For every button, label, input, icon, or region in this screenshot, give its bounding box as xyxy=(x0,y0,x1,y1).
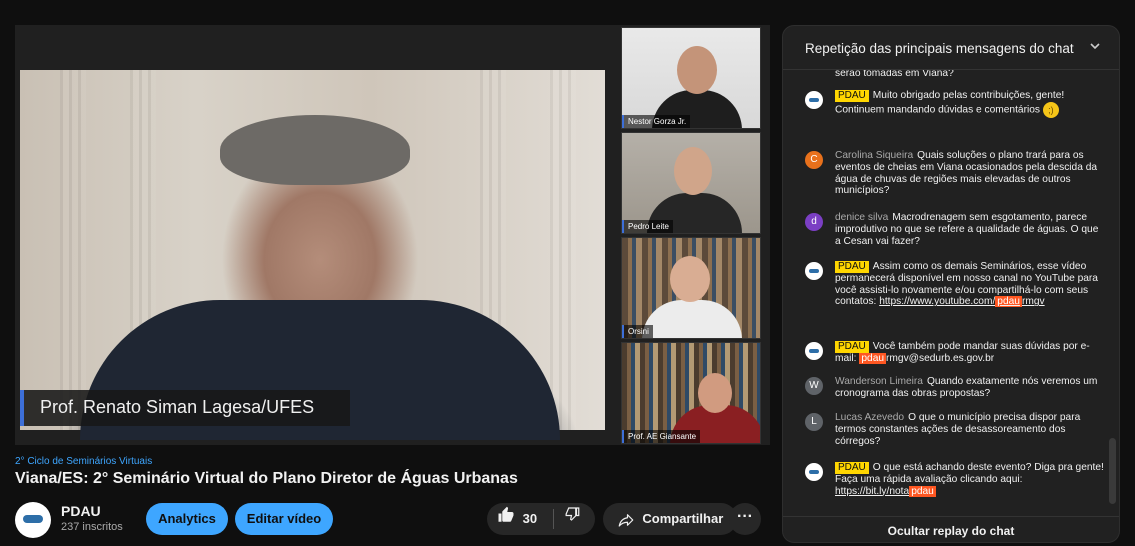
participant-head xyxy=(674,147,712,195)
pdau-avatar xyxy=(805,262,823,280)
participant-head xyxy=(670,256,710,302)
speaker-name: Prof. Renato Siman Lagesa/UFES xyxy=(40,397,315,417)
main-speaker-video: Prof. Renato Siman Lagesa/UFES xyxy=(20,70,605,440)
chat-message: PDAU Você também pode mandar suas dúvidas… xyxy=(805,341,1105,365)
hide-chat-label: Ocultar replay do chat xyxy=(887,524,1015,538)
user-avatar: W xyxy=(805,377,823,395)
dislike-button[interactable] xyxy=(563,503,581,535)
user-avatar: d xyxy=(805,213,823,231)
curtain xyxy=(550,70,576,430)
chat-message: C Carolina Siqueira Quais soluções o plan… xyxy=(805,150,1105,197)
owner-badge: PDAU xyxy=(835,261,869,273)
participant-name: Nestor Gorza Jr. xyxy=(622,115,691,128)
message-author: Carolina Siqueira xyxy=(835,150,914,161)
series-link[interactable]: 2° Ciclo de Seminários Virtuais xyxy=(15,456,152,467)
participant-name: Orsini xyxy=(622,325,653,338)
chevron-down-icon[interactable] xyxy=(1089,40,1101,55)
participant-name: Pedro Leite xyxy=(622,220,673,233)
hide-chat-replay-button[interactable]: Ocultar replay do chat xyxy=(783,516,1119,542)
edit-video-button[interactable]: Editar vídeo xyxy=(235,503,333,535)
channel-avatar[interactable] xyxy=(15,502,51,538)
participant-name: Prof. AE Giansante xyxy=(622,430,701,443)
keyword-highlight: pdau xyxy=(995,296,1022,308)
participant-head xyxy=(677,46,717,94)
thumbs-up-icon xyxy=(497,504,515,536)
pdau-avatar xyxy=(805,91,823,109)
keyword-highlight: pdau xyxy=(859,352,887,364)
youtube-link[interactable]: https://www.youtube.com/pdau rmgv xyxy=(879,296,1045,308)
share-label: Compartilhar xyxy=(642,511,724,526)
curtain xyxy=(60,70,86,430)
email-address: rmgv@sedurb.es.gov.br xyxy=(886,352,995,364)
analytics-button[interactable]: Analytics xyxy=(146,503,228,535)
message-author: Wanderson Limeira xyxy=(835,376,923,387)
participant-tile: Nestor Gorza Jr. xyxy=(621,27,761,129)
message-author: Lucas Azevedo xyxy=(835,412,905,423)
chat-message: d denice silva Macrodrenagem sem esgotame… xyxy=(805,212,1105,247)
channel-name[interactable]: PDAU xyxy=(61,503,101,519)
like-button[interactable]: 30 xyxy=(497,503,537,535)
chat-message: serão tomadas em Viana? xyxy=(805,70,1105,80)
feedback-link[interactable]: https://bit.ly/nota xyxy=(835,486,909,497)
chat-message: W Wanderson Limeira Quando exatamente nós… xyxy=(805,376,1105,400)
more-actions-button[interactable]: ··· xyxy=(729,503,761,535)
subscriber-count: 237 inscritos xyxy=(61,521,123,533)
speaker-nameplate: Prof. Renato Siman Lagesa/UFES xyxy=(20,390,350,426)
message-author: denice silva xyxy=(835,212,889,223)
chat-mode-title: Repetição das principais mensagens do ch… xyxy=(805,41,1074,56)
message-text: O que está achando deste evento? Diga pr… xyxy=(835,462,1104,485)
chat-header[interactable]: Repetição das principais mensagens do ch… xyxy=(783,26,1119,70)
chat-message: L Lucas Azevedo O que o município precisa… xyxy=(805,412,1105,447)
owner-badge: PDAU xyxy=(835,90,869,102)
chat-message: PDAU Assim como os demais Seminários, ess… xyxy=(805,261,1105,308)
chat-message: PDAU Muito obrigado pelas contribuições, … xyxy=(805,90,1105,118)
owner-badge: PDAU xyxy=(835,341,869,353)
chat-scrollbar[interactable] xyxy=(1109,438,1116,504)
message-text: Muito obrigado pelas contribuições, gent… xyxy=(835,90,1065,116)
owner-badge: PDAU xyxy=(835,462,869,474)
user-avatar: L xyxy=(805,413,823,431)
video-player[interactable]: Prof. Renato Siman Lagesa/UFES Nestor Go… xyxy=(15,25,770,445)
keyword-highlight: pdau xyxy=(909,485,936,497)
pdau-avatar xyxy=(805,463,823,481)
like-count: 30 xyxy=(522,511,538,526)
share-button[interactable]: Compartilhar xyxy=(603,503,737,535)
participant-tile: Prof. AE Giansante xyxy=(621,342,761,444)
participant-head xyxy=(698,373,732,413)
user-avatar: C xyxy=(805,151,823,169)
speaker-hair xyxy=(220,115,410,185)
divider xyxy=(553,509,554,529)
youtube-watch-page: Prof. Renato Siman Lagesa/UFES Nestor Go… xyxy=(0,0,1135,546)
participant-tile: Orsini xyxy=(621,237,761,339)
pdau-avatar xyxy=(805,342,823,360)
chat-message-list[interactable]: serão tomadas em Viana? PDAU Muito obriga… xyxy=(783,70,1107,506)
participant-thumbnails: Nestor Gorza Jr. Pedro Leite Orsini Prof… xyxy=(621,25,761,445)
message-text: serão tomadas em Viana? xyxy=(835,70,954,79)
participant-body xyxy=(642,300,742,338)
winking-face-icon: ;) xyxy=(1042,101,1059,118)
thumbs-down-icon xyxy=(563,503,581,535)
like-dislike-group: 30 xyxy=(487,503,595,535)
share-icon xyxy=(617,504,635,536)
video-title: Viana/ES: 2° Seminário Virtual do Plano … xyxy=(15,470,518,487)
participant-tile: Pedro Leite xyxy=(621,132,761,234)
chat-replay-panel: Repetição das principais mensagens do ch… xyxy=(782,25,1120,543)
owner-row: PDAU 237 inscritos Analytics Editar víde… xyxy=(15,500,770,540)
chat-message: PDAU O que está achando deste evento? Dig… xyxy=(805,462,1105,497)
